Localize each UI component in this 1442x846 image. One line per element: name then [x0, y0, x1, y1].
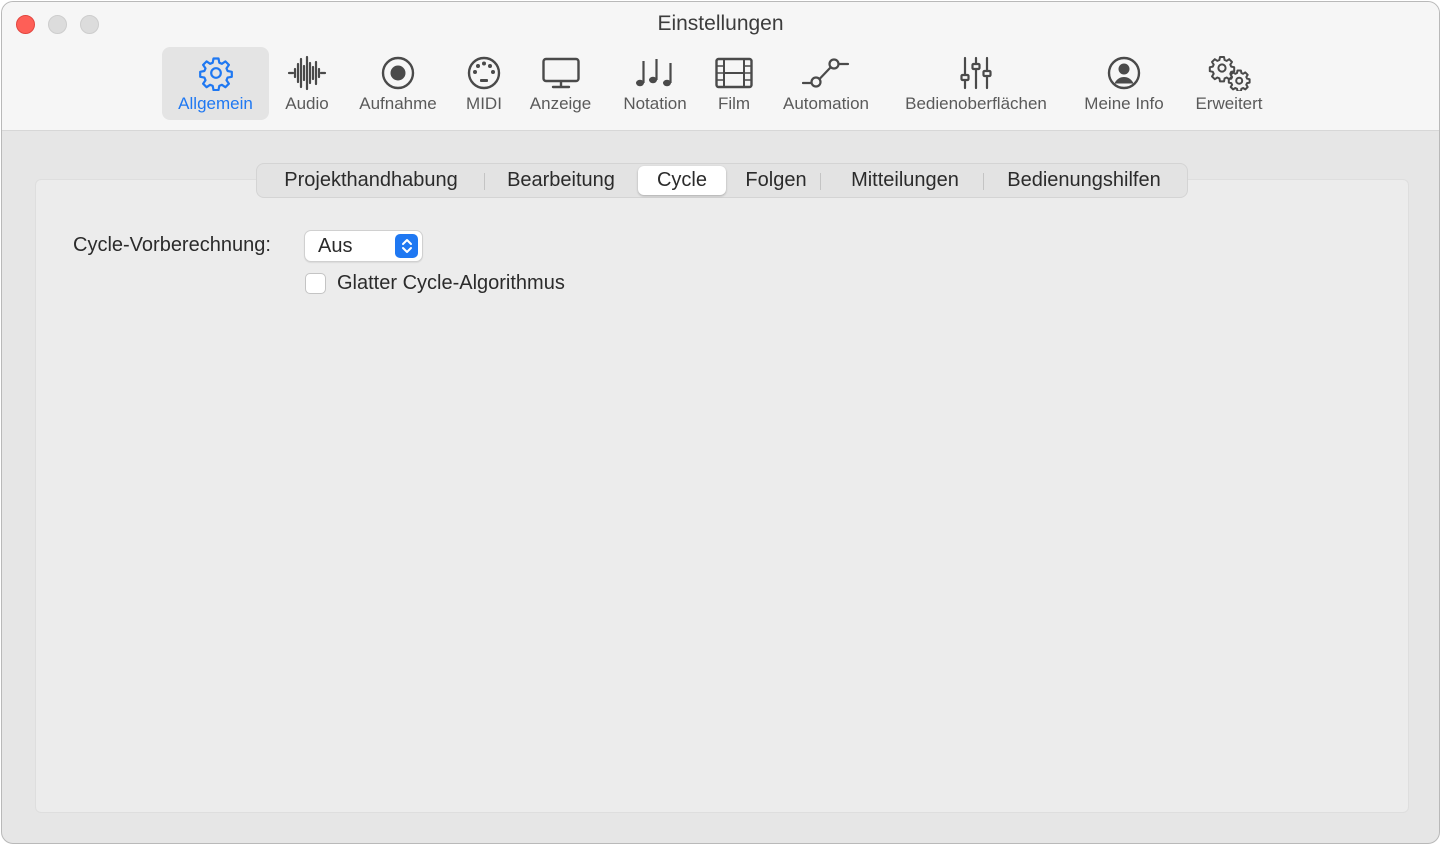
- gear-icon: [198, 47, 234, 93]
- toolbar-label: Aufnahme: [359, 94, 437, 113]
- automation-curve-icon: [802, 47, 850, 93]
- tab-divider: [983, 173, 984, 190]
- record-icon: [380, 47, 416, 93]
- tab-divider: [484, 173, 485, 190]
- toolbar-label: Notation: [623, 94, 687, 113]
- toolbar-item-audio[interactable]: Audio: [279, 47, 335, 120]
- gears-icon: [1207, 47, 1251, 93]
- settings-panel: [35, 179, 1409, 813]
- person-circle-icon: [1106, 47, 1142, 93]
- tab-folgen[interactable]: Folgen: [729, 166, 823, 195]
- midi-connector-icon: [466, 47, 502, 93]
- toolbar-item-notation[interactable]: Notation: [613, 47, 697, 120]
- toolbar-label: Audio: [285, 94, 329, 113]
- music-notes-icon: [634, 47, 676, 93]
- toolbar-item-anzeige[interactable]: Anzeige: [522, 47, 599, 120]
- toolbar-label: Meine Info: [1084, 94, 1164, 113]
- smooth-cycle-label[interactable]: Glatter Cycle-Algorithmus: [337, 272, 565, 295]
- toolbar-label: Film: [717, 94, 751, 113]
- popup-stepper-icon: [395, 234, 418, 258]
- tab-mitteilungen[interactable]: Mitteilungen: [825, 166, 985, 195]
- sliders-icon: [958, 47, 994, 93]
- tab-cycle[interactable]: Cycle: [638, 166, 726, 195]
- tab-divider: [820, 173, 821, 190]
- toolbar-label: MIDI: [466, 94, 502, 113]
- toolbar-label: Automation: [783, 94, 869, 113]
- cycle-precompute-popup[interactable]: Aus: [304, 230, 423, 262]
- smooth-cycle-checkbox[interactable]: [305, 273, 326, 294]
- toolbar-item-bedienoberflaechen[interactable]: Bedienoberflächen: [894, 47, 1058, 120]
- popup-value: Aus: [318, 235, 353, 257]
- cycle-precompute-label: Cycle-Vorberechnung:: [73, 234, 271, 256]
- tab-projekthandhabung[interactable]: Projekthandhabung: [259, 166, 483, 195]
- display-icon: [541, 47, 581, 93]
- window-title: Einstellungen: [657, 12, 784, 35]
- toolbar-label: Allgemein: [178, 94, 253, 113]
- toolbar-item-aufnahme[interactable]: Aufnahme: [352, 47, 444, 120]
- toolbar-item-allgemein[interactable]: Allgemein: [162, 47, 269, 120]
- waveform-icon: [287, 47, 327, 93]
- tab-bedienungshilfen[interactable]: Bedienungshilfen: [986, 166, 1182, 195]
- toolbar-label: Anzeige: [529, 94, 592, 113]
- tab-bearbeitung[interactable]: Bearbeitung: [487, 166, 635, 195]
- tab-bar: Projekthandhabung Bearbeitung Cycle Folg…: [256, 163, 1188, 198]
- preferences-window: Einstellungen Allgemein Audio Aufnahme M…: [1, 1, 1440, 844]
- film-strip-icon: [714, 47, 754, 93]
- toolbar-item-meine-info[interactable]: Meine Info: [1076, 47, 1172, 120]
- toolbar-item-film[interactable]: Film: [710, 47, 758, 120]
- toolbar-item-erweitert[interactable]: Erweitert: [1186, 47, 1272, 120]
- toolbar-item-midi[interactable]: MIDI: [459, 47, 509, 120]
- title-bar: Einstellungen Allgemein Audio Aufnahme M…: [2, 2, 1439, 131]
- toolbar-label: Bedienoberflächen: [905, 94, 1047, 113]
- toolbar-label: Erweitert: [1195, 94, 1263, 113]
- toolbar-item-automation[interactable]: Automation: [773, 47, 879, 120]
